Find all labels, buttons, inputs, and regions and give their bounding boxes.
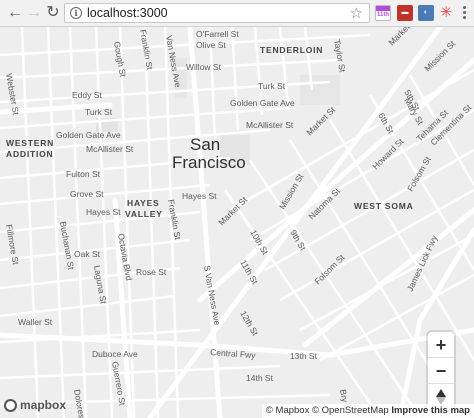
district-tenderloin: TENDERLOIN [260, 45, 323, 55]
label-turk-west: Turk St [85, 107, 113, 117]
address-bar[interactable]: i localhost:3000 ☆ [64, 3, 370, 23]
map-canvas[interactable]: O'Farrell St Olive St Willow St Turk St … [0, 27, 474, 418]
district-hayes-valley-2: VALLEY [125, 209, 163, 219]
label-fulton: Fulton St [66, 169, 101, 179]
forward-arrow-icon[interactable]: → [25, 4, 43, 22]
label-duboce: Duboce Ave [92, 349, 138, 359]
map-attribution: © Mapbox © OpenStreetMap Improve this ma… [261, 404, 474, 418]
label-olive: Olive St [196, 40, 226, 50]
browser-toolbar: ← → ↻ i localhost:3000 ☆ 11th ▬ ◐ ✳ [0, 0, 474, 27]
attribution-osm-link[interactable]: © OpenStreetMap [312, 405, 389, 416]
bookmark-star-icon[interactable]: ☆ [350, 4, 363, 22]
browser-menu-icon[interactable] [459, 4, 469, 22]
back-arrow-icon[interactable]: ← [6, 4, 24, 22]
label-turk-east: Turk St [258, 81, 286, 91]
label-mcallister-west: McAllister St [86, 144, 134, 154]
label-13th: 13th St [290, 351, 318, 361]
label-14th: 14th St [246, 373, 274, 383]
label-golden-gate-west: Golden Gate Ave [56, 130, 121, 140]
label-grove: Grove St [70, 189, 104, 199]
info-icon[interactable]: i [70, 7, 82, 19]
label-ofarrell: O'Farrell St [196, 29, 239, 39]
label-hayes-east: Hayes St [182, 191, 217, 201]
zoom-in-button[interactable]: + [428, 332, 454, 358]
improve-map-link[interactable]: Improve this map [391, 405, 470, 416]
district-west-soma: WEST SOMA [354, 201, 414, 211]
calendar-extension-icon[interactable]: 11th [375, 5, 391, 21]
district-western-addition-1: WESTERN [6, 138, 54, 148]
url-text[interactable]: localhost:3000 [87, 6, 168, 20]
pinwheel-extension-icon[interactable]: ✳ [438, 5, 454, 21]
calendar-extension-day: 11th [376, 12, 389, 18]
label-willow: Willow St [186, 62, 222, 72]
map-navigation-control: + − [428, 332, 454, 410]
attribution-mapbox-link[interactable]: © Mapbox [266, 405, 309, 416]
mapbox-logo[interactable]: mapbox [4, 398, 66, 412]
city-label-line2: Francisco [172, 153, 246, 172]
label-mcallister-east: McAllister St [246, 120, 294, 130]
red-extension-icon[interactable]: ▬ [397, 5, 413, 21]
label-golden-gate-east: Golden Gate Ave [230, 98, 295, 108]
photo-extension-icon[interactable]: ◐ [418, 5, 434, 21]
district-western-addition-2: ADDITION [6, 149, 53, 159]
compass-icon [436, 389, 446, 405]
label-oak: Oak St [74, 249, 101, 259]
label-waller: Waller St [18, 317, 53, 327]
district-hayes-valley-1: HAYES [127, 198, 160, 208]
city-label-line1: San [190, 135, 220, 154]
reload-icon[interactable]: ↻ [44, 4, 62, 22]
label-rose: Rose St [136, 267, 167, 277]
mapbox-logo-icon [4, 398, 17, 412]
label-hayes-west: Hayes St [86, 207, 121, 217]
mapbox-logo-text: mapbox [20, 398, 67, 412]
zoom-out-button[interactable]: − [428, 358, 454, 384]
label-eddy: Eddy St [72, 90, 102, 100]
